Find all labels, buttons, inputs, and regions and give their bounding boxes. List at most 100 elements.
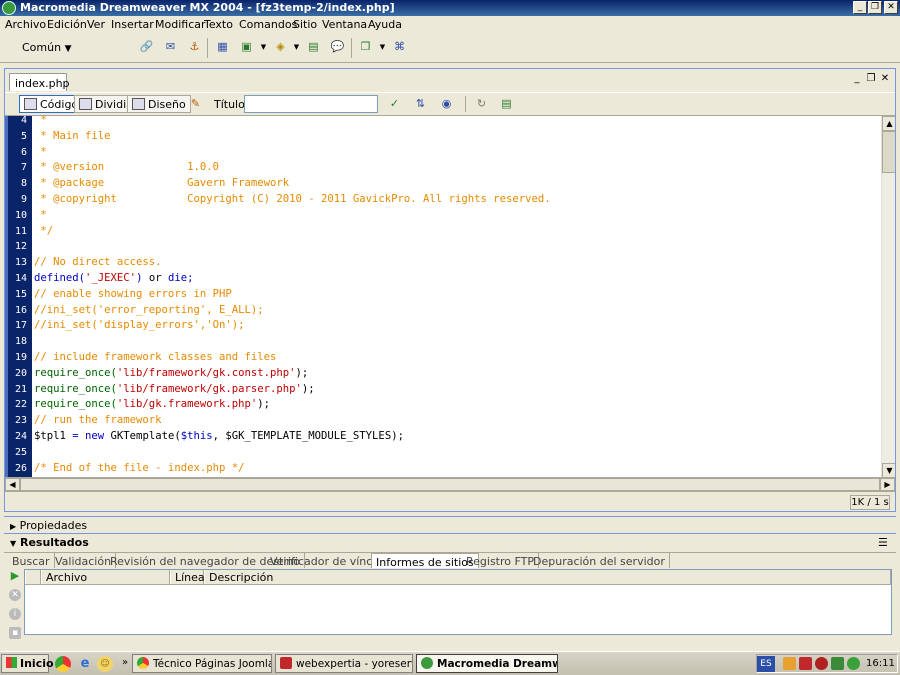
scroll-left-icon[interactable]: ◀ — [5, 478, 20, 491]
file-management-icon[interactable]: ⇅ — [412, 96, 429, 112]
tab-registro-ftp[interactable]: Registro FTP — [462, 553, 539, 568]
tab-buscar[interactable]: Buscar — [8, 553, 55, 568]
doc-restore-button[interactable]: ❐ — [865, 73, 877, 85]
line-number: 18 — [14, 336, 27, 348]
refresh-icon[interactable]: ↻ — [473, 96, 490, 112]
internet-explorer-icon[interactable]: e — [77, 656, 93, 672]
column-icon-header[interactable] — [25, 570, 41, 584]
document-toolbar: Código Dividir Diseño ✎ Título: ✓ ⇅ ◉ ↻ … — [5, 92, 895, 114]
live-data-icon[interactable]: ✎ — [187, 96, 204, 112]
task-label: Macromedia Dreamwe... — [437, 658, 557, 670]
collapse-arrow-icon: ▼ — [10, 539, 17, 548]
toolbar-separator — [207, 38, 208, 58]
tray-security-icon[interactable] — [815, 657, 828, 670]
code-token: require_once( — [34, 382, 117, 395]
menu-comandos[interactable]: Comandos — [239, 18, 297, 31]
tab-depuracion-servidor[interactable]: Depuración del servidor — [529, 553, 670, 568]
line-number: 17 — [14, 320, 27, 332]
dreamweaver-icon — [421, 657, 433, 669]
horizontal-scroll-thumb[interactable] — [20, 478, 880, 491]
tray-network-icon[interactable] — [831, 657, 844, 670]
column-descripcion[interactable]: Descripción — [204, 570, 891, 584]
named-anchor-icon[interactable]: ⚓ — [186, 39, 203, 55]
code-token: * @copyright Copyright (C) 2010 - 2011 G… — [34, 193, 551, 205]
chrome-icon — [137, 657, 149, 669]
tray-app-icon[interactable] — [783, 657, 796, 670]
line-number: 21 — [14, 383, 27, 395]
design-view-button[interactable]: Diseño — [127, 95, 191, 113]
preview-browser-icon[interactable]: ◉ — [438, 96, 455, 112]
start-button[interactable]: Inicio — [1, 654, 54, 673]
code-token: * — [34, 115, 47, 126]
task-webexpertia[interactable]: webexpertia - yoreserv... — [275, 654, 413, 673]
media-icon[interactable]: ◈ — [272, 39, 289, 55]
window-title: Macromedia Dreamweaver MX 2004 - [fz3tem… — [20, 1, 395, 14]
menu-ayuda[interactable]: Ayuda — [368, 18, 402, 31]
code-token: // No direct access. — [34, 256, 162, 269]
close-button[interactable]: ✕ — [884, 1, 898, 14]
table-icon[interactable]: ▦ — [214, 39, 231, 55]
column-archivo[interactable]: Archivo — [41, 570, 170, 584]
line-number: 5 — [20, 130, 27, 142]
menu-ventana[interactable]: Ventana — [322, 18, 367, 31]
templates-icon[interactable]: ❐ — [357, 39, 374, 55]
menu-ver[interactable]: Ver — [87, 18, 105, 31]
vertical-scroll-thumb[interactable] — [882, 131, 895, 173]
menu-bar: Archivo Edición Ver Insertar Modificar T… — [0, 16, 900, 33]
chevron-down-icon[interactable]: ▼ — [255, 39, 272, 55]
info-icon[interactable]: i — [9, 608, 21, 620]
vertical-scrollbar[interactable]: ▲ ▼ — [881, 116, 895, 477]
tag-chooser-icon[interactable]: ⌘ — [391, 39, 408, 55]
insert-category-dropdown[interactable]: Común ▼ — [22, 41, 72, 54]
menu-edicion[interactable]: Edición — [47, 18, 87, 31]
date-icon[interactable]: ▤ — [305, 39, 322, 55]
code-token: defined( — [34, 272, 86, 284]
view-options-icon[interactable]: ▤ — [498, 96, 515, 112]
title-input[interactable] — [244, 95, 378, 113]
menu-sitio[interactable]: Sitio — [293, 18, 317, 31]
code-view-label: Código — [40, 98, 79, 111]
code-token: * @version 1.0.0 — [34, 161, 219, 174]
scroll-up-icon[interactable]: ▲ — [882, 116, 895, 131]
comment-icon[interactable]: 💬 — [329, 39, 346, 55]
email-link-icon[interactable]: ✉ — [162, 39, 179, 55]
quicklaunch-more-icon[interactable]: » — [117, 655, 133, 671]
menu-archivo[interactable]: Archivo — [5, 18, 46, 31]
code-editor[interactable]: 4 5 6 7 8 9 10 11 12 13 14 15 16 17 18 19 20 21 22 23 24 25 26… — [5, 115, 895, 477]
image-icon[interactable]: ▣ — [238, 39, 255, 55]
doc-close-button[interactable]: ✕ — [879, 73, 891, 85]
menu-modificar[interactable]: Modificar — [155, 18, 206, 31]
scroll-down-icon[interactable]: ▼ — [882, 463, 895, 477]
document-tab[interactable]: index.php — [9, 73, 70, 91]
stop-icon[interactable]: ✕ — [9, 589, 21, 601]
column-linea[interactable]: Línea — [170, 570, 205, 584]
code-view-icon — [24, 98, 37, 110]
chevron-down-icon[interactable]: ▼ — [374, 39, 391, 55]
tray-filezilla-icon[interactable] — [799, 657, 812, 670]
code-token: $tpl1 — [34, 430, 66, 442]
line-number: 4 — [20, 115, 27, 126]
messenger-icon[interactable]: ☺ — [97, 656, 113, 672]
menu-texto[interactable]: Texto — [204, 18, 233, 31]
code-line: // enable showing errors in PHP — [34, 288, 232, 300]
scroll-right-icon[interactable]: ▶ — [880, 478, 895, 491]
properties-panel-header[interactable]: ▶ Propiedades — [4, 516, 896, 533]
tray-status-icon[interactable] — [847, 657, 860, 670]
restore-button[interactable]: ❐ — [868, 1, 882, 14]
chevron-down-icon[interactable]: ▼ — [288, 39, 305, 55]
insert-category-label: Común — [22, 41, 62, 54]
chrome-icon[interactable] — [55, 656, 71, 672]
save-report-icon[interactable]: ▪ — [9, 627, 21, 639]
results-panel-header[interactable]: ▼ Resultados ☰ — [4, 533, 896, 551]
hyperlink-icon[interactable]: 🔗 — [138, 39, 155, 55]
task-tecnico-paginas[interactable]: Técnico Páginas Joomla :... — [132, 654, 272, 673]
results-table-header: Archivo Línea Descripción — [25, 570, 891, 585]
doc-minimize-button[interactable]: _ — [851, 73, 863, 85]
menu-insertar[interactable]: Insertar — [111, 18, 154, 31]
check-browser-icon[interactable]: ✓ — [386, 96, 403, 112]
play-icon[interactable]: ▶ — [9, 570, 21, 582]
panel-options-icon[interactable]: ☰ — [878, 536, 888, 549]
horizontal-scrollbar[interactable]: ◀ ▶ — [5, 477, 895, 491]
task-dreamweaver[interactable]: Macromedia Dreamwe... — [416, 654, 558, 673]
minimize-button[interactable]: _ — [853, 1, 867, 14]
